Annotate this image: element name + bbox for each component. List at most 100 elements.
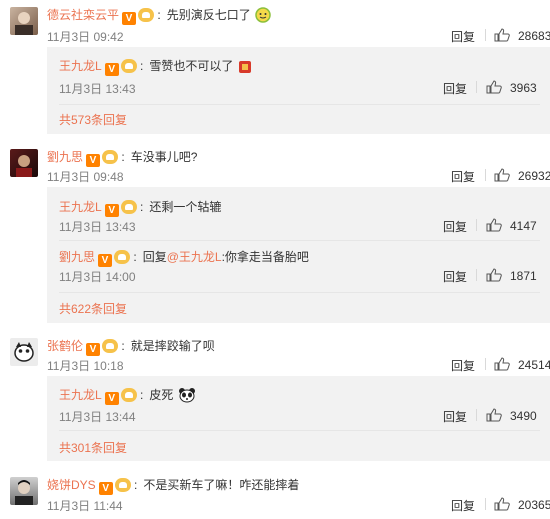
like-count: 24514 — [518, 358, 550, 372]
like-count: 28683 — [518, 29, 550, 43]
reply-username[interactable]: 劉九思 — [59, 250, 95, 264]
red-envelope-emoji-icon — [238, 61, 251, 73]
member-badge-icon — [102, 150, 119, 164]
comment-3-header: 张鹤伦 V : 就是摔跤输了呗 — [47, 339, 215, 356]
like-count: 1871 — [510, 269, 537, 283]
like-button[interactable]: 3963 — [486, 80, 537, 95]
thumbs-up-icon — [494, 497, 510, 511]
avatar[interactable] — [10, 7, 38, 35]
separator — [476, 219, 477, 231]
like-count: 3963 — [510, 81, 537, 95]
reply-1-header: 王九龙L V : 还剩一个轱辘 — [59, 200, 222, 217]
reply-text: 皮死 — [149, 388, 174, 402]
reply-prefix: 回复 — [142, 250, 167, 264]
reply-button[interactable]: 回复 — [451, 28, 475, 45]
comment-2-text: 车没事儿吧? — [130, 150, 198, 164]
divider — [59, 240, 540, 241]
thumbs-up-icon — [494, 357, 510, 371]
reply-button[interactable]: 回复 — [451, 168, 475, 185]
member-badge-icon — [114, 250, 131, 264]
verified-badge-icon: V — [122, 12, 137, 25]
comment-4-time: 11月3日 11:44 — [47, 499, 123, 513]
verified-badge-icon: V — [104, 204, 119, 217]
verified-badge-icon: V — [86, 343, 101, 356]
like-button[interactable]: 24514 — [494, 357, 550, 372]
reply-time: 11月3日 13:44 — [59, 410, 136, 424]
like-button[interactable]: 1871 — [486, 268, 537, 283]
avatar[interactable] — [10, 149, 38, 177]
reply-button[interactable]: 回复 — [443, 80, 467, 97]
comment-1-time: 11月3日 09:42 — [47, 30, 124, 44]
more-replies-link[interactable]: 共622条回复 — [59, 300, 127, 317]
comment-2-username[interactable]: 劉九思 — [47, 150, 83, 164]
mention-link[interactable]: @王九龙L — [167, 250, 222, 264]
verified-badge-icon: V — [86, 154, 101, 167]
member-badge-icon — [114, 478, 131, 492]
separator — [476, 81, 477, 93]
comment-4-username[interactable]: 娆饼DYS — [47, 478, 96, 492]
separator — [485, 358, 486, 370]
verified-badge-icon: V — [104, 392, 119, 405]
reply-time: 11月3日 13:43 — [59, 220, 136, 234]
reply-button[interactable]: 回复 — [443, 218, 467, 235]
comment-4-text: 不是买新车了嘛！咋还能摔着 — [143, 478, 300, 492]
separator — [485, 498, 486, 510]
more-replies-link[interactable]: 共573条回复 — [59, 111, 127, 128]
reply-username[interactable]: 王九龙L — [59, 59, 102, 73]
member-badge-icon — [120, 59, 137, 73]
reply-username[interactable]: 王九龙L — [59, 388, 102, 402]
like-button[interactable]: 20365 — [494, 497, 550, 512]
reply-time: 11月3日 13:43 — [59, 82, 136, 96]
like-count: 20365 — [518, 498, 550, 512]
verified-badge-icon: V — [98, 254, 113, 267]
comment-4-header: 娆饼DYS V : 不是买新车了嘛！咋还能摔着 — [47, 478, 300, 495]
comment-3-text: 就是摔跤输了呗 — [130, 339, 215, 353]
more-replies-link[interactable]: 共301条回复 — [59, 439, 127, 456]
member-badge-icon — [102, 339, 119, 353]
like-button[interactable]: 28683 — [494, 28, 550, 43]
comment-1-header: 德云社栾云平 V : 先别演反七口了 — [47, 6, 271, 25]
reply-text: 还剩一个轱辘 — [149, 200, 222, 214]
verified-badge-icon: V — [104, 63, 119, 76]
comment-1-text: 先别演反七口了 — [166, 8, 251, 22]
divider — [59, 104, 540, 105]
panda-emoji-icon — [178, 388, 195, 403]
like-count: 4147 — [510, 219, 537, 233]
like-button[interactable]: 4147 — [486, 218, 537, 233]
reply-button[interactable]: 回复 — [443, 408, 467, 425]
thumbs-up-icon — [486, 408, 502, 422]
reply-2-header: 劉九思 V : 回复@王九龙L:你拿走当备胎吧 — [59, 250, 309, 267]
smiley-emoji-icon — [255, 7, 271, 23]
reply-button[interactable]: 回复 — [443, 268, 467, 285]
member-badge-icon — [120, 388, 137, 402]
comment-2-header: 劉九思 V : 车没事儿吧? — [47, 150, 198, 167]
separator — [476, 269, 477, 281]
separator — [476, 409, 477, 421]
reply-text: 雪赞也不可以了 — [149, 59, 234, 73]
like-count: 26932 — [518, 169, 550, 183]
reply-text: :你拿走当备胎吧 — [221, 250, 309, 264]
member-badge-icon — [138, 8, 155, 22]
thumbs-up-icon — [486, 268, 502, 282]
comment-2-time: 11月3日 09:48 — [47, 170, 124, 184]
separator — [485, 169, 486, 181]
comment-3-username[interactable]: 张鹤伦 — [47, 339, 83, 353]
reply-1-header: 王九龙L V : 雪赞也不可以了 — [59, 57, 252, 76]
avatar[interactable] — [10, 338, 38, 366]
comment-1-username[interactable]: 德云社栾云平 — [47, 8, 119, 22]
member-badge-icon — [120, 200, 137, 214]
like-button[interactable]: 26932 — [494, 168, 550, 183]
divider — [59, 292, 540, 293]
like-button[interactable]: 3490 — [486, 408, 537, 423]
thumbs-up-icon — [494, 28, 510, 42]
thumbs-up-icon — [486, 80, 502, 94]
reply-time: 11月3日 14:00 — [59, 270, 136, 284]
thumbs-up-icon — [494, 168, 510, 182]
reply-1-header: 王九龙L V : 皮死 — [59, 386, 196, 405]
avatar[interactable] — [10, 477, 38, 505]
thumbs-up-icon — [486, 218, 502, 232]
comment-3-time: 11月3日 10:18 — [47, 359, 124, 373]
reply-button[interactable]: 回复 — [451, 497, 475, 514]
reply-button[interactable]: 回复 — [451, 357, 475, 374]
reply-username[interactable]: 王九龙L — [59, 200, 102, 214]
